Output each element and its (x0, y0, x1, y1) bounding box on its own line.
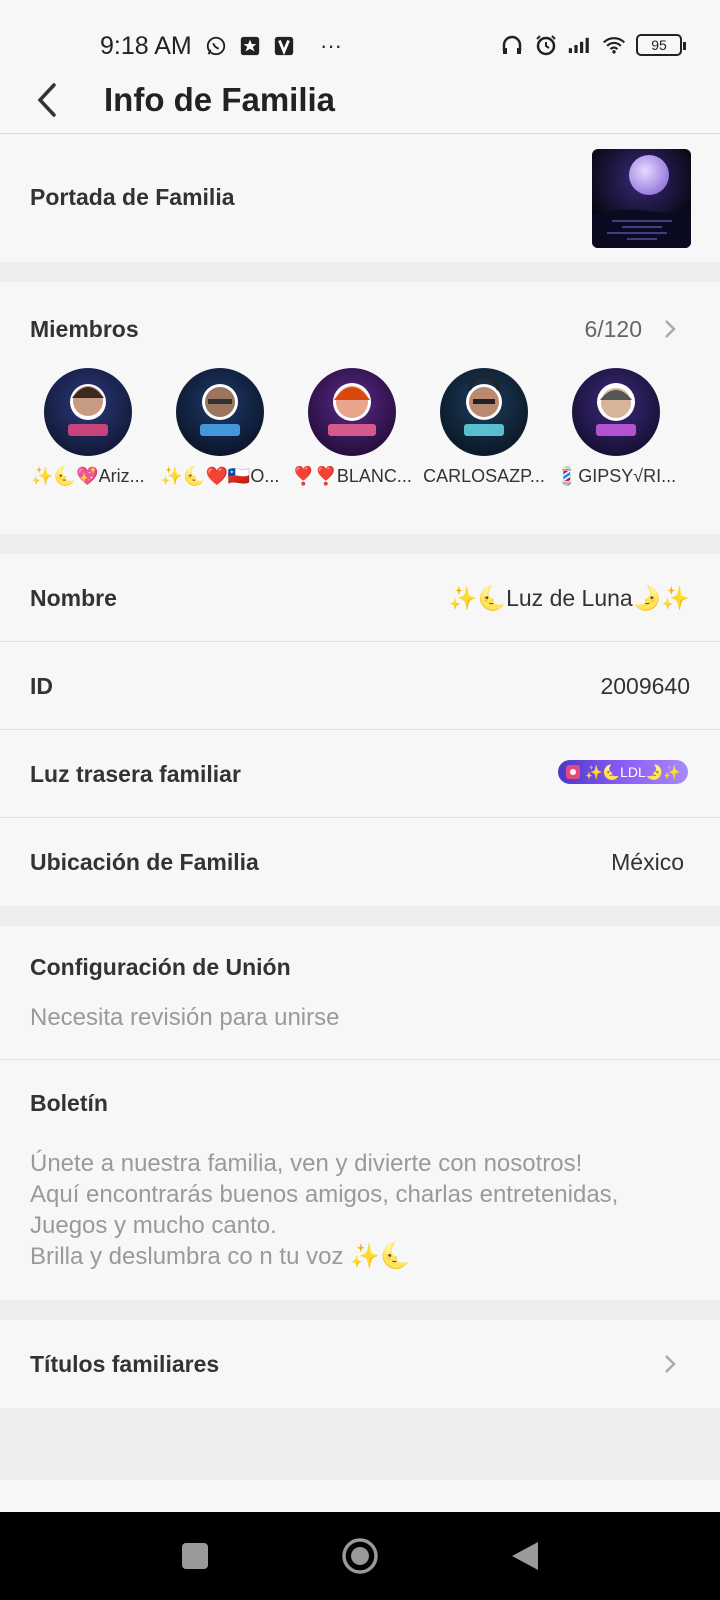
member-name: 💈GIPSY√RI... (555, 466, 677, 486)
family-info-section: Nombre ✨🌜Luz de Luna🌛✨ ID 2009640 Luz tr… (0, 554, 720, 906)
recents-button[interactable] (173, 1534, 217, 1578)
members-label: Miembros (30, 316, 139, 342)
bulletin-label: Boletín (30, 1090, 108, 1116)
member-name: CARLOSAZP... (423, 466, 545, 486)
headphones-icon (500, 33, 524, 57)
app-badge-icon (238, 34, 262, 58)
page-title: Info de Familia (104, 81, 336, 118)
chevron-right-icon[interactable] (660, 316, 680, 342)
member-item[interactable]: 💈GIPSY√RI... (550, 368, 682, 487)
status-left-icons: ··· (204, 33, 342, 59)
status-right-icons: 95 (500, 33, 686, 57)
bulletin-text: Únete a nuestra familia, ven y divierte … (30, 1150, 619, 1270)
family-titles-row[interactable]: Títulos familiares (0, 1320, 720, 1408)
location-label: Ubicación de Familia (30, 849, 259, 875)
bottom-spacer (0, 1480, 720, 1512)
family-badge-icon (566, 765, 581, 779)
circle-icon (342, 1538, 378, 1574)
back-nav-button[interactable] (503, 1534, 547, 1578)
alarm-icon (534, 33, 558, 57)
status-time: 9:18 AM (100, 32, 192, 60)
signal-icon (568, 33, 592, 57)
bulletin-section[interactable]: Boletín Únete a nuestra familia, ven y d… (0, 1060, 720, 1300)
avatar (572, 368, 660, 456)
location-value: México (611, 849, 684, 875)
vpn-icon (272, 34, 296, 58)
status-bar: 9:18 AM ··· 95 (0, 0, 720, 72)
back-button[interactable] (30, 78, 64, 122)
wifi-icon (602, 33, 626, 57)
family-cover-row[interactable]: Portada de Familia (0, 134, 720, 262)
avatar (44, 368, 132, 456)
id-value: 2009640 (600, 673, 690, 699)
id-label: ID (30, 673, 53, 699)
member-item[interactable]: ✨🌜💖Ariz... (22, 368, 154, 487)
whatsapp-icon (204, 34, 228, 58)
family-titles-label: Títulos familiares (30, 1351, 220, 1377)
join-settings-section[interactable]: Configuración de Unión Necesita revisión… (0, 926, 720, 1060)
family-cover-label: Portada de Familia (30, 184, 235, 210)
member-name: ✨🌜❤️🇨🇱O... (160, 466, 280, 486)
app-header: Info de Familia (0, 72, 720, 134)
name-row[interactable]: Nombre ✨🌜Luz de Luna🌛✨ (0, 554, 720, 642)
avatar (176, 368, 264, 456)
battery-level: 95 (651, 37, 667, 53)
member-item[interactable]: ✨🌜❤️🇨🇱O... (154, 368, 286, 487)
square-icon (182, 1543, 208, 1569)
family-cover-image[interactable] (592, 149, 691, 248)
location-row[interactable]: Ubicación de Familia México (0, 818, 720, 906)
triangle-back-icon (512, 1542, 538, 1570)
name-value: ✨🌜Luz de Luna🌛✨ (448, 585, 690, 611)
status-more: ··· (320, 33, 342, 58)
id-row[interactable]: ID 2009640 (0, 642, 720, 730)
member-name: ❣️❣️BLANC... (292, 466, 412, 486)
join-settings-label: Configuración de Unión (30, 954, 291, 980)
chevron-right-icon (665, 1355, 676, 1373)
avatar (440, 368, 528, 456)
backlight-label: Luz trasera familiar (30, 761, 241, 787)
members-count[interactable]: 6/120 (584, 316, 642, 343)
home-button[interactable] (338, 1534, 382, 1578)
member-item[interactable]: CARLOSAZP... (418, 368, 550, 487)
chevron-left-icon (37, 83, 56, 117)
backlight-badge-text: ✨🌜LDL🌛✨ (585, 763, 681, 780)
battery-indicator: 95 (636, 34, 686, 56)
backlight-row[interactable]: Luz trasera familiar ✨🌜LDL🌛✨ (0, 730, 720, 818)
system-nav-bar (0, 1512, 720, 1600)
backlight-badge: ✨🌜LDL🌛✨ (558, 760, 688, 784)
member-item[interactable]: ❣️❣️BLANC... (286, 368, 418, 487)
members-section: Miembros 6/120 ✨🌜💖Ariz... ✨🌜❤️🇨🇱O... ❣️❣… (0, 282, 720, 534)
join-settings-value: Necesita revisión para unirse (30, 1004, 340, 1031)
member-name: ✨🌜💖Ariz... (31, 466, 145, 486)
name-label: Nombre (30, 585, 117, 611)
avatar (308, 368, 396, 456)
